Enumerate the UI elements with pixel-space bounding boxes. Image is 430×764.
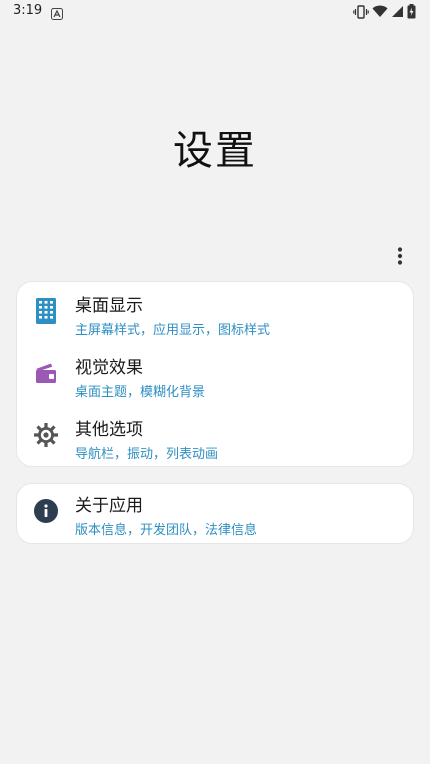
more-vert-icon [397, 247, 403, 265]
settings-item-other-options[interactable]: 其他选项 导航栏，振动，列表动画 [17, 408, 413, 468]
settings-item-about-app[interactable]: 关于应用 版本信息，开发团队，法律信息 [17, 484, 413, 544]
item-title: 其他选项 [75, 420, 143, 440]
battery-charging-icon [407, 4, 416, 19]
item-subtitle: 版本信息，开发团队，法律信息 [75, 523, 258, 538]
info-icon [33, 498, 59, 524]
gear-icon [33, 422, 59, 448]
building-icon [33, 298, 59, 324]
status-icons [353, 4, 416, 19]
wifi-icon [372, 5, 388, 18]
status-time: 3:19 [13, 3, 43, 18]
item-subtitle: 主屏幕样式，应用显示，图标样式 [75, 323, 271, 338]
settings-item-desktop-display[interactable]: 桌面显示 主屏幕样式，应用显示，图标样式 [17, 284, 413, 344]
item-title: 关于应用 [75, 496, 143, 516]
item-subtitle: 桌面主题，模糊化背景 [75, 385, 206, 400]
settings-card-main: 桌面显示 主屏幕样式，应用显示，图标样式 视觉效果 桌面主题，模糊化背景 其他选… [16, 281, 414, 467]
item-title: 桌面显示 [75, 296, 143, 316]
notification-a-icon [51, 5, 63, 20]
vibrate-icon [353, 4, 369, 19]
item-title: 视觉效果 [75, 358, 143, 378]
page-title: 设置 [173, 128, 257, 174]
signal-icon [391, 5, 404, 18]
more-options-button[interactable] [388, 244, 412, 268]
settings-card-about: 关于应用 版本信息，开发团队，法律信息 [16, 483, 414, 544]
status-bar: 3:19 [0, 0, 430, 24]
item-subtitle: 导航栏，振动，列表动画 [75, 447, 219, 462]
wallet-icon [33, 360, 59, 386]
settings-item-visual-effects[interactable]: 视觉效果 桌面主题，模糊化背景 [17, 346, 413, 406]
